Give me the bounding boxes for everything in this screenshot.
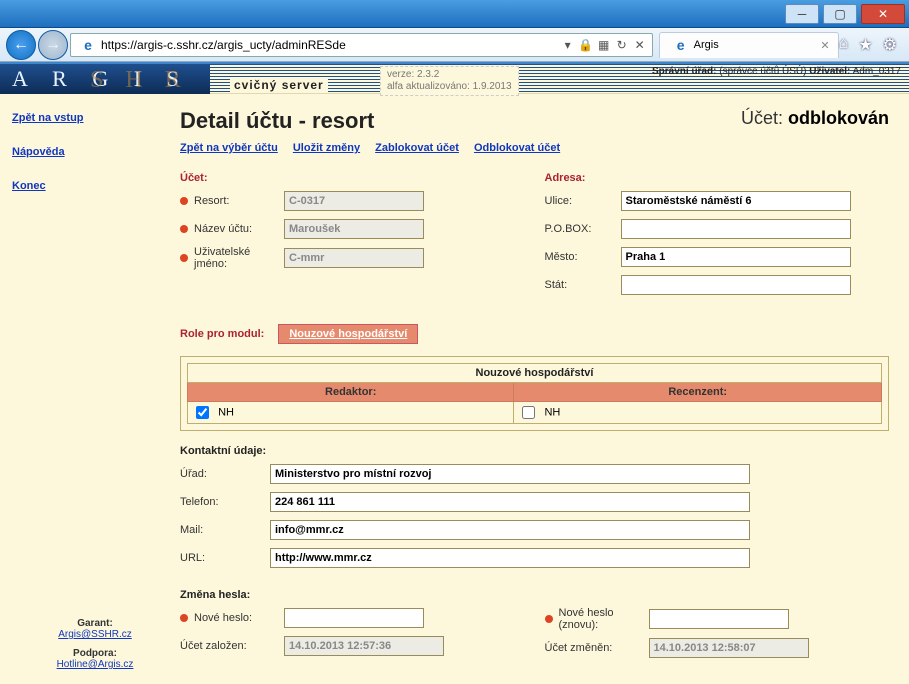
sidebar-link-back[interactable]: Zpět na vstup <box>12 112 162 124</box>
settings-icon[interactable]: ⚙ <box>883 35 897 55</box>
input-changed <box>649 638 809 658</box>
input-phone[interactable] <box>270 492 750 512</box>
label-office: Úřad: <box>180 468 270 480</box>
label-city: Město: <box>545 251 621 263</box>
checkbox-reviewer-label: NH <box>544 406 560 418</box>
compat-icon[interactable]: ▦ <box>596 38 612 52</box>
sidebar: Zpět na vstup Nápověda Konec Garant: Arg… <box>0 94 174 684</box>
label-state: Stát: <box>545 279 621 291</box>
app-banner: A R G I S S H R cvičný server verze: 2.3… <box>0 64 909 94</box>
label-newpass-again: Nové heslo (znovu): <box>559 607 649 631</box>
ie-icon: e <box>79 36 97 54</box>
required-dot-icon <box>180 225 188 233</box>
page-title: Detail účtu - resort <box>180 108 374 134</box>
label-username: Uživatelské jméno: <box>194 246 284 270</box>
input-office[interactable] <box>270 464 750 484</box>
input-created <box>284 636 444 656</box>
required-dot-icon <box>180 254 188 262</box>
section-password: Změna hesla: <box>180 589 889 601</box>
input-account-name <box>284 219 424 239</box>
nav-forward-button[interactable]: → <box>38 30 68 60</box>
stop-icon[interactable]: ✕ <box>632 38 648 52</box>
checkbox-editor-nh[interactable] <box>196 406 209 419</box>
label-account-name: Název účtu: <box>194 223 284 235</box>
window-maximize-button[interactable]: ▢ <box>823 4 857 24</box>
address-bar[interactable]: e ▾ 🔒 ▦ ↻ ✕ <box>70 33 653 57</box>
label-mail: Mail: <box>180 524 270 536</box>
module-button[interactable]: Nouzové hospodářství <box>278 324 418 344</box>
input-city[interactable] <box>621 247 851 267</box>
app-subtitle: cvičný server <box>230 78 328 92</box>
action-save[interactable]: Uložit změny <box>293 142 360 154</box>
window-close-button[interactable]: ✕ <box>861 4 905 24</box>
checkbox-reviewer-nh[interactable] <box>522 406 535 419</box>
section-address: Adresa: <box>545 172 890 184</box>
input-url[interactable] <box>270 548 750 568</box>
nav-back-button[interactable]: ← <box>6 30 36 60</box>
label-phone: Telefon: <box>180 496 270 508</box>
window-titlebar: ─ ▢ ✕ <box>0 0 909 28</box>
action-bar: Zpět na výběr účtu Uložit změny Zablokov… <box>180 142 889 154</box>
ie-icon: e <box>672 36 690 54</box>
browser-tab[interactable]: e Argis ✕ <box>659 32 839 58</box>
col-editor: Redaktor: <box>188 383 514 402</box>
label-street: Ulice: <box>545 195 621 207</box>
section-contact: Kontaktní údaje: <box>180 445 889 457</box>
label-resort: Resort: <box>194 195 284 207</box>
tab-close-icon[interactable]: ✕ <box>820 39 829 52</box>
content: Detail účtu - resort Účet: odblokován Zp… <box>174 94 909 684</box>
favorites-icon[interactable]: ★ <box>858 35 872 55</box>
roles-caption: Nouzové hospodářství <box>188 364 882 383</box>
refresh-icon[interactable]: ↻ <box>614 38 630 52</box>
version-box: verze: 2.3.2 alfa aktualizováno: 1.9.201… <box>380 66 519 96</box>
label-newpass: Nové heslo: <box>194 612 284 624</box>
window-minimize-button[interactable]: ─ <box>785 4 819 24</box>
account-status: Účet: odblokován <box>741 108 889 129</box>
sidebar-footer: Garant: Argis@SSHR.cz Podpora: Hotline@A… <box>20 618 170 670</box>
label-changed: Účet změněn: <box>545 642 649 654</box>
input-resort <box>284 191 424 211</box>
label-url: URL: <box>180 552 270 564</box>
input-state[interactable] <box>621 275 851 295</box>
action-back[interactable]: Zpět na výběr účtu <box>180 142 278 154</box>
checkbox-editor-label: NH <box>218 406 234 418</box>
required-dot-icon <box>545 615 553 623</box>
url-input[interactable] <box>101 38 558 52</box>
action-block[interactable]: Zablokovat účet <box>375 142 459 154</box>
action-unblock[interactable]: Odblokovat účet <box>474 142 560 154</box>
lock-icon: 🔒 <box>578 38 594 52</box>
input-username <box>284 248 424 268</box>
col-reviewer: Recenzent: <box>514 383 882 402</box>
label-roles: Role pro modul: <box>180 328 264 340</box>
tab-title: Argis <box>694 39 719 51</box>
sidebar-link-end[interactable]: Konec <box>12 180 162 192</box>
label-pobox: P.O.BOX: <box>545 223 621 235</box>
label-created: Účet založen: <box>180 640 284 652</box>
input-street[interactable] <box>621 191 851 211</box>
input-newpass[interactable] <box>284 608 424 628</box>
required-dot-icon <box>180 197 188 205</box>
sidebar-link-help[interactable]: Nápověda <box>12 146 162 158</box>
input-pobox[interactable] <box>621 219 851 239</box>
input-newpass-again[interactable] <box>649 609 789 629</box>
required-dot-icon <box>180 614 188 622</box>
header-meta: Správní úřad: (správce účtů ÚSÚ) Uživate… <box>652 66 901 77</box>
section-account: Účet: <box>180 172 525 184</box>
roles-box: Nouzové hospodářství Redaktor: Recenzent… <box>180 356 889 431</box>
home-icon[interactable]: ⌂ <box>839 35 849 55</box>
input-mail[interactable] <box>270 520 750 540</box>
support-mail-link[interactable]: Hotline@Argis.cz <box>57 659 134 670</box>
logo-shadow: S H R <box>90 67 189 94</box>
dropdown-icon[interactable]: ▾ <box>560 38 576 52</box>
browser-toolbar: ← → e ▾ 🔒 ▦ ↻ ✕ e Argis ✕ ⌂ ★ ⚙ <box>0 28 909 62</box>
garant-mail-link[interactable]: Argis@SSHR.cz <box>58 629 132 640</box>
